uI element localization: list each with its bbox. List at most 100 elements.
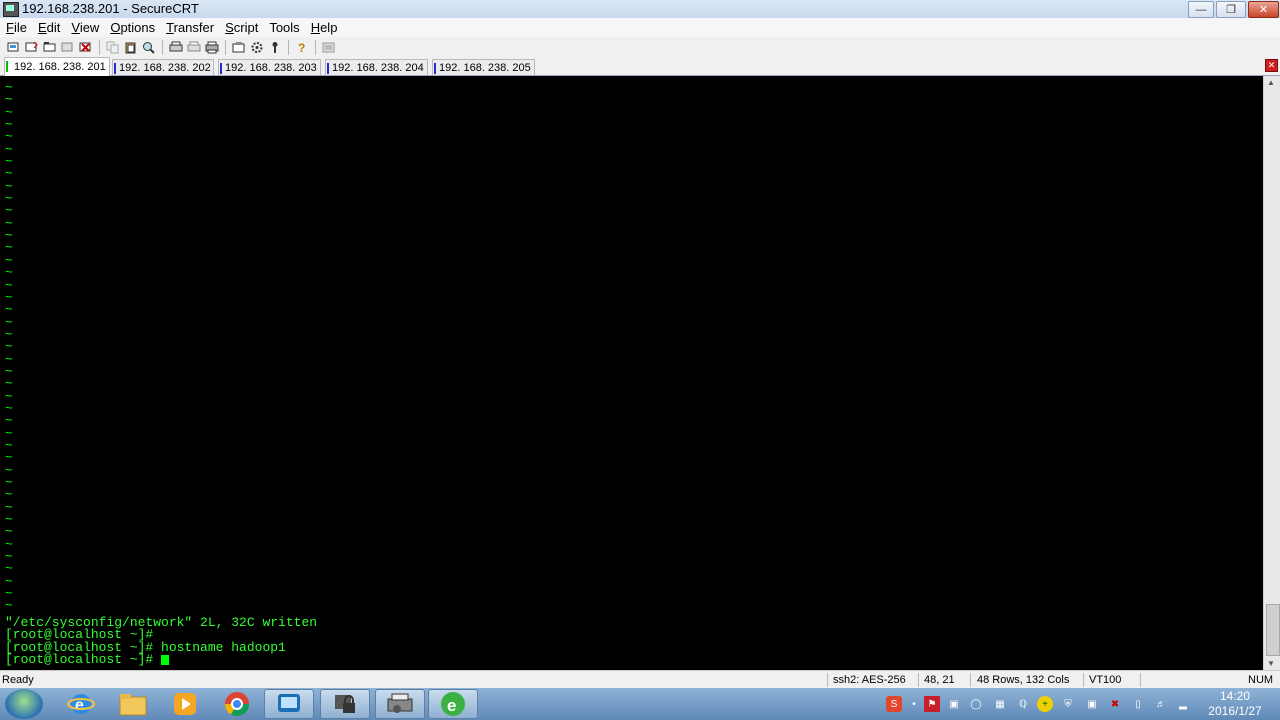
monitor-tray-icon[interactable]: ▣ <box>1084 696 1100 712</box>
scroll-down-arrow-icon[interactable]: ▼ <box>1267 659 1275 668</box>
menu-transfer[interactable]: Transfer <box>160 20 219 35</box>
menu-file[interactable]: File <box>0 20 32 35</box>
status-separator <box>1083 673 1084 687</box>
close-button[interactable]: ✕ <box>1248 1 1279 18</box>
status-separator <box>827 673 828 687</box>
quick-connect-icon[interactable] <box>25 41 39 54</box>
toolbar-separator <box>315 39 316 55</box>
tab-label: 192. 168. 238. 204 <box>332 62 424 74</box>
tab-session-203[interactable]: 192. 168. 238. 203 <box>218 59 321 75</box>
ie-icon[interactable]: e <box>56 689 106 719</box>
session-tab-bar: 192. 168. 238. 201 192. 168. 238. 202 19… <box>0 57 1280 76</box>
tab-session-201[interactable]: 192. 168. 238. 201 <box>4 57 110 76</box>
terminal-scrollbar[interactable]: ▲ ▼ <box>1263 76 1280 670</box>
global-options-icon[interactable] <box>250 41 264 54</box>
power-tray-icon[interactable]: ▯ <box>1130 696 1146 712</box>
menu-edit[interactable]: Edit <box>32 20 65 35</box>
connect-tab-icon[interactable] <box>43 41 57 54</box>
pen-tray-icon[interactable]: • <box>906 696 922 712</box>
tab-status-marker <box>434 63 436 74</box>
terminal-output: "/etc/sysconfig/network" 2L, 32C written… <box>5 616 317 668</box>
status-num-lock: NUM <box>1248 674 1274 686</box>
securecrt-icon[interactable] <box>264 689 314 719</box>
volume-icon[interactable]: ♬ <box>1153 696 1169 712</box>
window-title: 192.168.238.201 - SecureCRT <box>22 1 199 16</box>
tab-session-202[interactable]: 192. 168. 238. 202 <box>112 59 214 75</box>
security-shield-icon[interactable]: ⛨ <box>1060 696 1076 712</box>
media-player-icon[interactable] <box>160 689 210 719</box>
chrome-icon[interactable] <box>212 689 262 719</box>
windows-flag-tray-icon[interactable]: ▦ <box>992 696 1008 712</box>
printer-app-icon[interactable] <box>375 689 425 719</box>
securecrt-app-icon[interactable] <box>3 2 19 17</box>
minimize-button[interactable]: — <box>1188 1 1214 18</box>
title-bar: 192.168.238.201 - SecureCRT — ❐ ✕ <box>0 0 1280 19</box>
menu-help[interactable]: Help <box>305 20 343 35</box>
disconnect-icon[interactable] <box>79 41 93 54</box>
menu-script[interactable]: Script <box>219 20 263 35</box>
menu-view[interactable]: View <box>65 20 104 35</box>
scroll-up-arrow-icon[interactable]: ▲ <box>1267 78 1275 87</box>
network-share-tray-icon[interactable]: ▣ <box>946 696 962 712</box>
copy-icon[interactable] <box>106 41 120 54</box>
clock-date: 2016/1/27 <box>1208 704 1262 718</box>
refresh-browser-icon[interactable]: e <box>428 689 478 719</box>
scrollbar-thumb[interactable] <box>1266 604 1280 656</box>
tab-label: 192. 168. 238. 201 <box>14 61 106 73</box>
toolbar: ? <box>0 37 1280 57</box>
status-emulation: VT100 <box>1089 674 1122 686</box>
explorer-folder-icon[interactable] <box>108 689 158 719</box>
find-icon[interactable] <box>142 41 156 54</box>
session-options-icon[interactable] <box>232 41 246 54</box>
status-ready: Ready <box>2 674 34 686</box>
print-setup-icon[interactable] <box>169 41 183 54</box>
terminal-cursor <box>161 654 170 665</box>
terminal-screen[interactable]: ~ ~ ~ ~ ~ ~ ~ ~ ~ ~ ~ ~ ~ ~ ~ ~ ~ ~ ~ ~ ~ ~ ~ ~ ~ ~ ~ ~ ~ ~ ~ ~ ~ ~ ~ ~ ~ ~ ~ ~… <box>0 76 1263 670</box>
tab-status-marker <box>114 63 116 74</box>
remove-hardware-icon[interactable]: ✖ <box>1107 696 1123 712</box>
tab-status-marker <box>220 63 222 74</box>
status-separator <box>970 673 971 687</box>
sogou-input-icon[interactable]: S <box>886 696 902 712</box>
menu-tools[interactable]: Tools <box>263 20 304 35</box>
tab-label: 192. 168. 238. 205 <box>439 62 531 74</box>
status-encryption: ssh2: AES-256 <box>833 674 906 686</box>
tab-session-204[interactable]: 192. 168. 238. 204 <box>325 59 428 75</box>
terminal-prompt: [root@localhost ~]# <box>5 652 162 668</box>
toolbar-separator <box>162 39 163 55</box>
print-selection-icon[interactable] <box>187 41 201 54</box>
status-separator <box>1140 673 1141 687</box>
sftp-icon[interactable] <box>322 41 336 54</box>
tab-session-205[interactable]: 192. 168. 238. 205 <box>432 59 535 75</box>
print-icon[interactable] <box>205 41 219 54</box>
toolbar-separator <box>225 39 226 55</box>
reconnect-icon[interactable] <box>61 41 75 54</box>
vim-tilde-line: ~ <box>5 598 13 614</box>
restore-button[interactable]: ❐ <box>1216 1 1246 18</box>
menu-options[interactable]: Options <box>104 20 160 35</box>
menu-bar: File Edit View Options Transfer Script T… <box>0 18 1280 37</box>
toolbar-separator <box>288 39 289 55</box>
bluetooth-icon[interactable]: ℚ <box>1015 696 1031 712</box>
status-dimensions: 48 Rows, 132 Cols <box>977 674 1070 686</box>
network-signal-icon[interactable]: ▂ <box>1175 696 1191 712</box>
status-separator <box>918 673 919 687</box>
svg-text:e: e <box>447 696 456 715</box>
windows-taskbar: e e S • ⚑ ▣ ◯ ▦ ℚ + ⛨ ▣ ✖ ▯ ♬ ▂ 14:20 20… <box>0 688 1280 720</box>
paste-icon[interactable] <box>124 41 138 54</box>
help-icon[interactable]: ? <box>295 41 309 54</box>
vim-empty-line-markers: ~ ~ ~ ~ ~ ~ ~ ~ ~ ~ ~ ~ ~ ~ ~ ~ ~ ~ ~ ~ ~ ~ ~ ~ ~ ~ ~ ~ ~ ~ ~ ~ ~ ~ ~ ~ ~ ~ ~ ~… <box>5 81 15 614</box>
close-tab-icon[interactable]: ✕ <box>1265 59 1278 72</box>
tab-label: 192. 168. 238. 203 <box>225 62 317 74</box>
plus-tray-icon[interactable]: + <box>1037 696 1053 712</box>
tab-status-marker <box>327 63 329 74</box>
clock-time: 14:20 <box>1219 689 1251 703</box>
keymap-icon[interactable] <box>268 41 282 54</box>
flag-tray-icon[interactable]: ⚑ <box>924 696 940 712</box>
shield-tray-icon[interactable]: ◯ <box>968 696 984 712</box>
toolbar-separator <box>99 39 100 55</box>
taskbar-clock[interactable]: 14:20 2016/1/27 <box>1200 689 1270 719</box>
vpn-lock-icon[interactable] <box>320 689 370 719</box>
start-button[interactable] <box>5 689 43 719</box>
connect-icon[interactable] <box>7 41 21 54</box>
